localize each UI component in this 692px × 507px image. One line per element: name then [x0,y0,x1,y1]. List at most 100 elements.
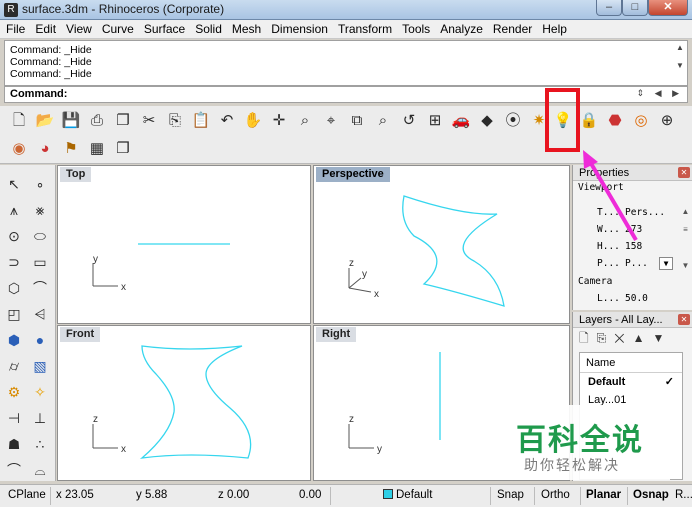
history-scrollbar[interactable]: ▲ ▼ [675,43,685,70]
chamfer-icon[interactable]: ⌓ [29,459,51,481]
menu-mesh[interactable]: Mesh [227,20,266,38]
status-snap[interactable]: Snap [497,489,524,501]
new-sublayer-icon[interactable]: ⎘ [597,331,615,345]
property-row[interactable]: P... P... ▼ [593,256,677,271]
cylinder-icon[interactable]: ⌭ [3,355,25,377]
sphere-solid-icon[interactable]: ● [29,329,51,351]
status-cplane[interactable]: CPlane [8,489,46,501]
status-osnap[interactable]: Osnap [633,489,669,501]
menu-surface[interactable]: Surface [139,20,190,38]
circle-icon[interactable]: ⊙ [3,225,25,247]
mesh-icon[interactable]: ▧ [29,355,51,377]
zoom-icon[interactable]: ⌕ [294,110,316,132]
cplane-icon[interactable]: ⦿ [502,110,524,132]
trim-icon[interactable]: ⊣ [3,407,25,429]
polygon-icon[interactable]: ⬡ [3,277,25,299]
export-icon[interactable]: ❐ [112,110,134,132]
viewport-perspective[interactable]: Perspective z y x [313,165,570,324]
four-viewports-icon[interactable]: ⊞ [424,110,446,132]
polyline-icon[interactable]: ⩚ [3,199,25,221]
group-icon[interactable]: ∴ [29,433,51,455]
fillet-icon[interactable]: ⌒ [3,459,25,481]
arc-icon[interactable]: ⊃ [3,251,25,273]
rotate-view-icon[interactable]: ✛ [268,110,290,132]
viewport-top[interactable]: Top y x [57,165,311,324]
close-icon[interactable]: ✕ [678,314,690,325]
menu-edit[interactable]: Edit [30,20,61,38]
command-history-line: Command: _Hide [10,56,92,68]
property-row[interactable]: W... 273 [593,222,677,237]
undo-view-icon[interactable]: ↺ [398,110,420,132]
properties-scrollbar[interactable]: ▲ ≡ ▼ [681,207,690,307]
ellipse-icon[interactable]: ⬭ [29,225,51,247]
layer-row-default[interactable]: Default ✓ [580,373,682,391]
print-icon[interactable]: ⎙ [86,110,108,132]
menu-file[interactable]: File [0,20,30,38]
copy-icon[interactable]: ⎘ [164,110,186,132]
loft-icon[interactable]: ⩤ [29,303,51,325]
curve-icon[interactable]: ⨳ [29,199,51,221]
color-wheel-icon[interactable]: ◎ [630,110,652,132]
layers-column-name[interactable]: Name [580,353,682,373]
menu-analyze[interactable]: Analyze [435,20,488,38]
status-record-history[interactable]: R... [675,489,692,501]
render-color-icon[interactable]: ◉ [8,138,30,160]
menu-view[interactable]: View [61,20,97,38]
point-icon[interactable]: ∘ [29,173,51,195]
zoom-window-icon[interactable]: ⌖ [320,110,342,132]
viewport-front[interactable]: Front z x [57,325,311,481]
property-row[interactable]: H... 158 [593,239,677,254]
rectangle-icon[interactable]: ▭ [29,251,51,273]
menu-solid[interactable]: Solid [190,20,227,38]
layer-icon[interactable]: ⬣ [604,110,626,132]
minimize-button[interactable]: ‒ [596,0,622,16]
pan-hand-icon[interactable]: ✋ [242,110,264,132]
zoom-selected-icon[interactable]: ⌕ [372,110,394,132]
command-line-controls[interactable]: ⇕ ◀ ▶ [637,88,683,99]
split-icon[interactable]: ⊥ [29,407,51,429]
ghosted-icon[interactable]: ◆ [476,110,498,132]
boolean-icon[interactable]: ☗ [3,433,25,455]
status-ortho[interactable]: Ortho [541,489,570,501]
close-icon[interactable]: ✕ [678,167,690,178]
menu-curve[interactable]: Curve [97,20,139,38]
explode-icon[interactable]: ✧ [29,381,51,403]
delete-layer-icon[interactable]: ✕ [614,331,632,345]
save-icon[interactable]: 💾 [60,110,82,132]
lock-icon[interactable]: 🔒 [578,110,600,132]
close-button[interactable]: ✕ [648,0,688,16]
gear-icon[interactable]: ⚙ [3,381,25,403]
command-line[interactable]: Command: ⇕ ◀ ▶ [4,86,688,103]
box-solid-icon[interactable]: ⬢ [3,329,25,351]
status-layer[interactable]: Default [383,489,432,501]
menu-tools[interactable]: Tools [397,20,435,38]
maximize-button[interactable]: □ [622,0,648,16]
status-planar[interactable]: Planar [586,489,621,501]
texture-icon[interactable]: ⚑ [60,138,82,160]
new-file-icon[interactable]: 🗋 [8,110,30,132]
surface-icon[interactable]: ◰ [3,303,25,325]
move-down-icon[interactable]: ▼ [653,331,673,345]
grid-icon[interactable]: ▦ [86,138,108,160]
undo-icon[interactable]: ↶ [216,110,238,132]
property-row[interactable]: L... 50.0 [593,291,677,306]
offset-curve-icon[interactable]: ⌒ [29,277,51,299]
menu-render[interactable]: Render [488,20,537,38]
select-arrow-icon[interactable]: ↖ [3,173,25,195]
menu-transform[interactable]: Transform [333,20,397,38]
zoom-extents-icon[interactable]: ⧉ [346,110,368,132]
property-row[interactable]: T... Pers... [593,205,677,220]
car-shaded-icon[interactable]: 🚗 [450,110,472,132]
command-history[interactable]: Command: _Hide Command: _Hide Command: _… [4,40,688,86]
properties-page-icon[interactable]: ❐ [112,138,134,160]
move-up-icon[interactable]: ▲ [633,331,653,345]
material-icon[interactable]: ◕ [34,138,56,160]
menu-dimension[interactable]: Dimension [266,20,333,38]
chevron-down-icon[interactable]: ▼ [659,257,673,270]
menu-help[interactable]: Help [537,20,572,38]
new-layer-icon[interactable]: 🗋 [579,331,597,345]
open-folder-icon[interactable]: 📂 [34,110,56,132]
paste-icon[interactable]: 📋 [190,110,212,132]
sphere-icon[interactable]: ⊕ [656,110,678,132]
cut-icon[interactable]: ✂ [138,110,160,132]
